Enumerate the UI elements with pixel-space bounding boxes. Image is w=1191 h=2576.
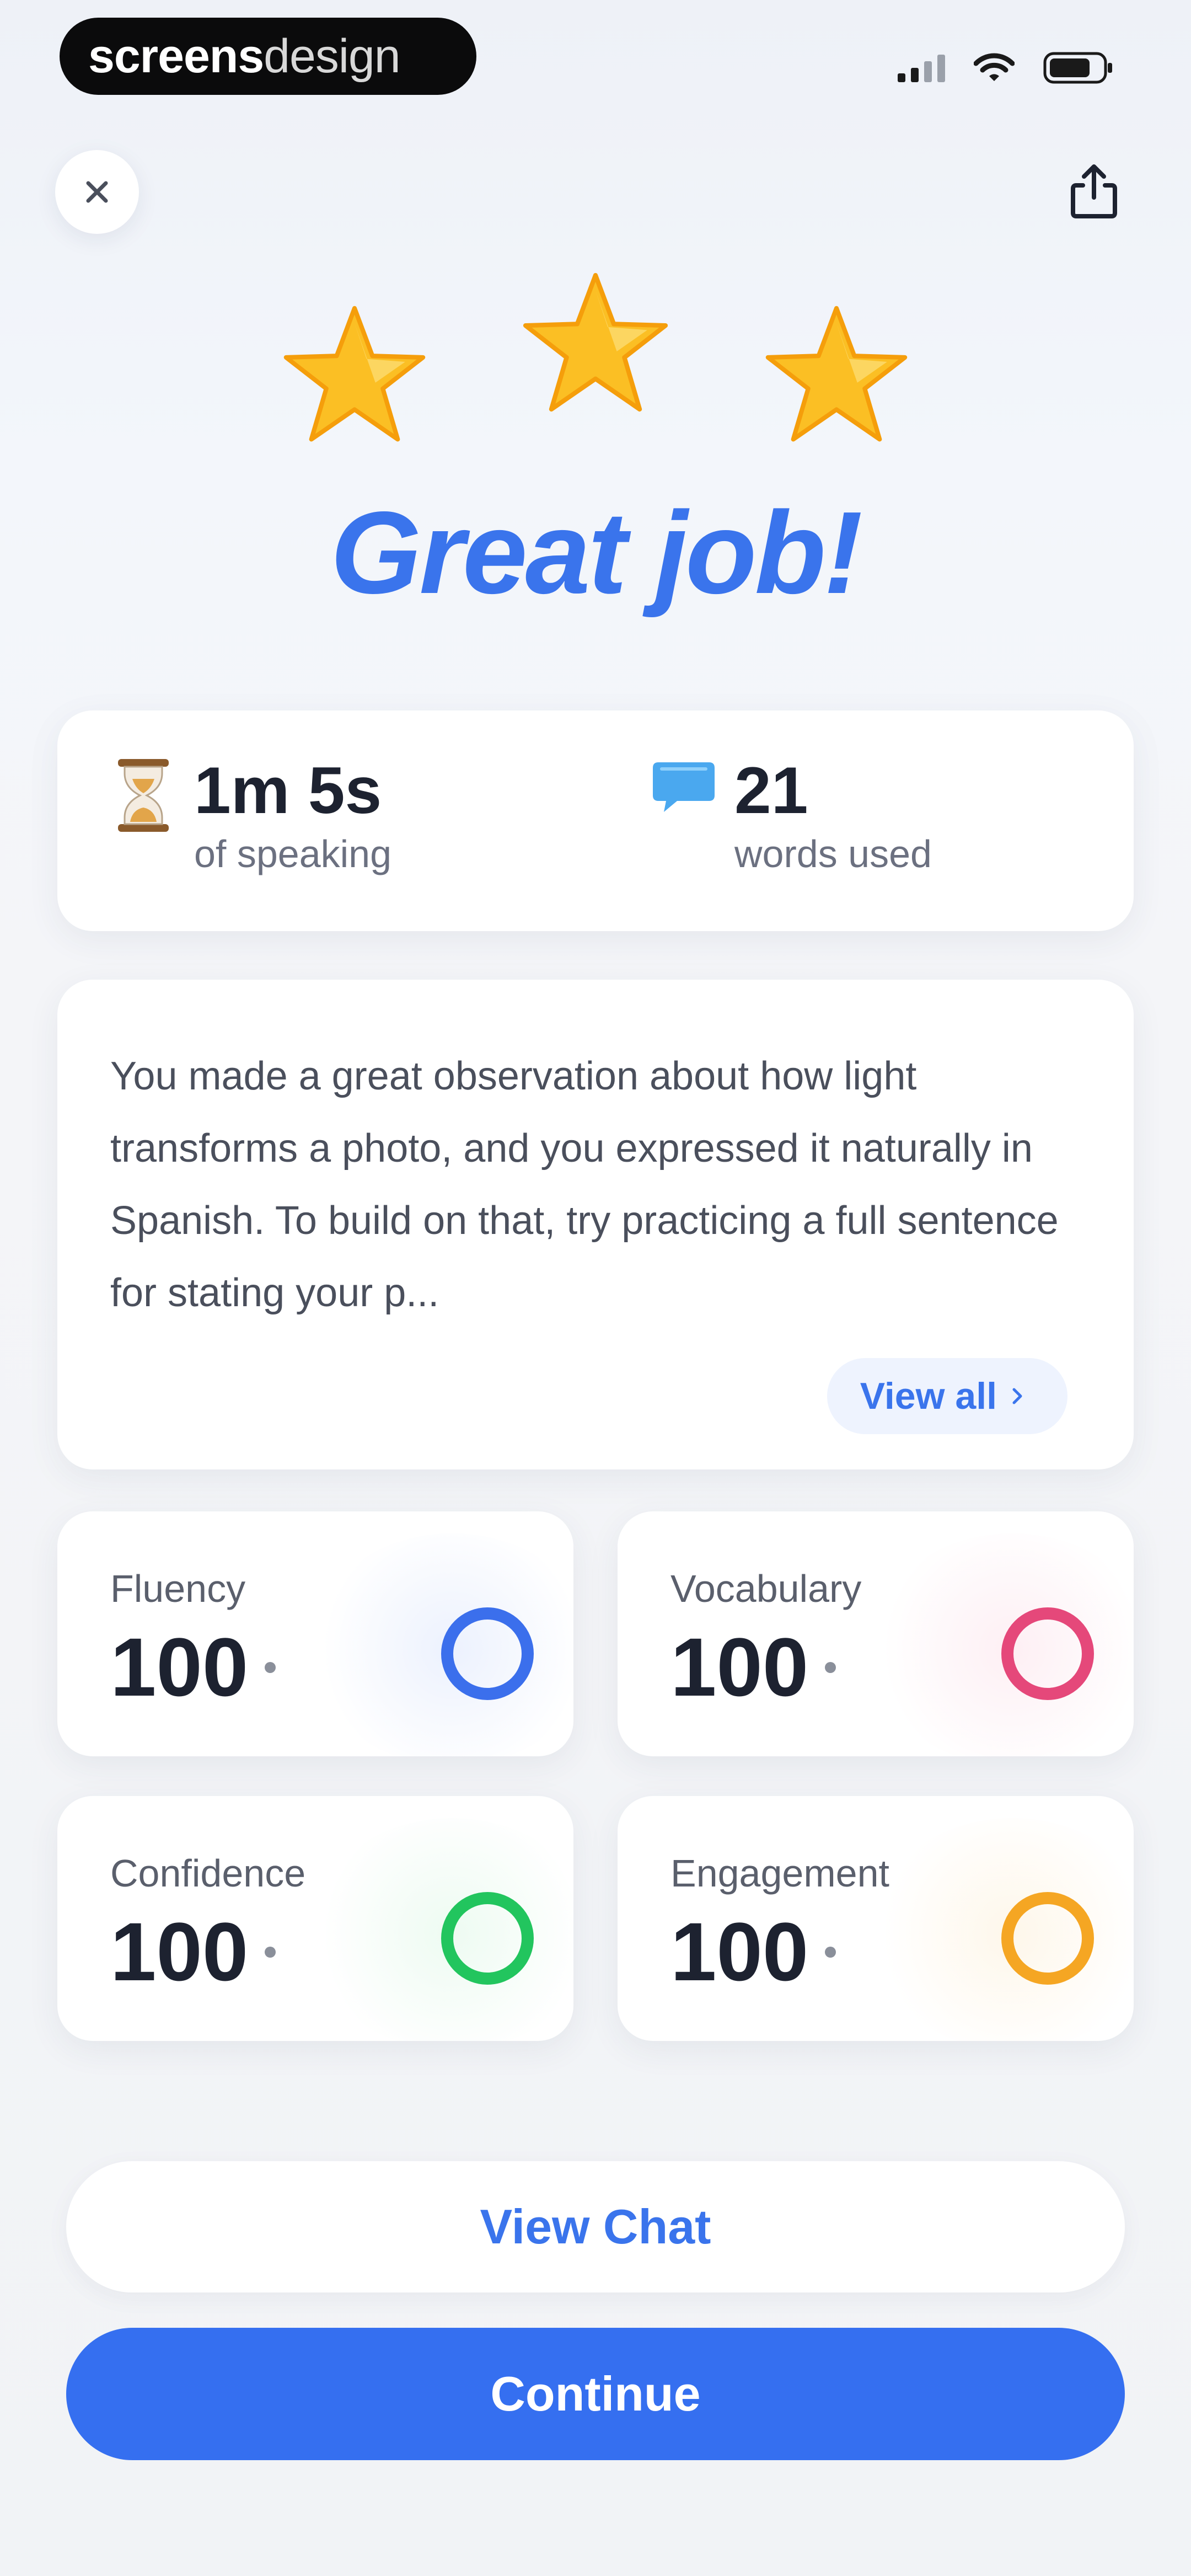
share-icon (1071, 164, 1117, 218)
close-button[interactable] (55, 150, 139, 234)
star-icon (280, 302, 429, 451)
screensdesign-logo: screens design (60, 18, 476, 95)
metric-label: Vocabulary (670, 1567, 862, 1610)
chevron-dot-icon (825, 1946, 836, 1958)
words-used-value: 21 (734, 753, 808, 827)
view-chat-button[interactable]: View Chat (66, 2161, 1125, 2292)
view-all-button[interactable]: View all (827, 1358, 1067, 1434)
speech-bubble-icon (651, 755, 717, 840)
session-summary-screen: screens design Great job! 1m 5s of speak… (0, 0, 1191, 2576)
metric-card-vocabulary[interactable]: Vocabulary 100 (618, 1511, 1134, 1756)
feedback-card: You made a great observation about how l… (57, 980, 1134, 1469)
chevron-dot-icon (265, 1661, 276, 1673)
speaking-time-value: 1m 5s (194, 753, 382, 827)
chevron-dot-icon (825, 1661, 836, 1673)
brand-text-bold: screens (88, 29, 264, 83)
wifi-icon (974, 52, 1015, 83)
brand-text-light: design (264, 29, 400, 83)
confidence-ring-icon (441, 1892, 534, 1985)
star-icon (519, 269, 672, 421)
cellular-signal-icon (898, 54, 945, 82)
engagement-ring-icon (1001, 1892, 1094, 1985)
metric-value: 100 (670, 1621, 809, 1713)
feedback-text: You made a great observation about how l… (110, 1054, 1059, 1315)
words-used-stat: 21 words used (651, 755, 932, 881)
metric-label: Fluency (110, 1567, 246, 1610)
session-stats-card: 1m 5s of speaking 21 words used (57, 710, 1134, 931)
metric-label: Engagement (670, 1852, 889, 1895)
battery-icon (1043, 52, 1114, 84)
vocabulary-ring-icon (1001, 1607, 1094, 1700)
fluency-ring-icon (441, 1607, 534, 1700)
chevron-right-icon (1012, 1388, 1022, 1404)
share-button[interactable] (1052, 150, 1136, 234)
view-all-label: View all (860, 1375, 997, 1417)
close-icon (86, 181, 108, 203)
metric-label: Confidence (110, 1852, 306, 1895)
continue-button[interactable]: Continue (66, 2328, 1125, 2460)
metric-card-fluency[interactable]: Fluency 100 (57, 1511, 573, 1756)
hourglass-icon (110, 755, 176, 840)
speaking-time-label: of speaking (194, 832, 392, 875)
metric-card-engagement[interactable]: Engagement 100 (618, 1796, 1134, 2041)
status-icons (898, 49, 1114, 87)
metric-value: 100 (110, 1905, 249, 1998)
metric-value: 100 (110, 1621, 249, 1713)
chevron-dot-icon (265, 1946, 276, 1958)
metric-value: 100 (670, 1905, 809, 1998)
words-used-label: words used (734, 832, 932, 875)
result-headline: Great job! (330, 487, 862, 618)
speaking-time-stat: 1m 5s of speaking (110, 755, 391, 881)
star-icon (762, 302, 911, 451)
metric-card-confidence[interactable]: Confidence 100 (57, 1796, 573, 2041)
